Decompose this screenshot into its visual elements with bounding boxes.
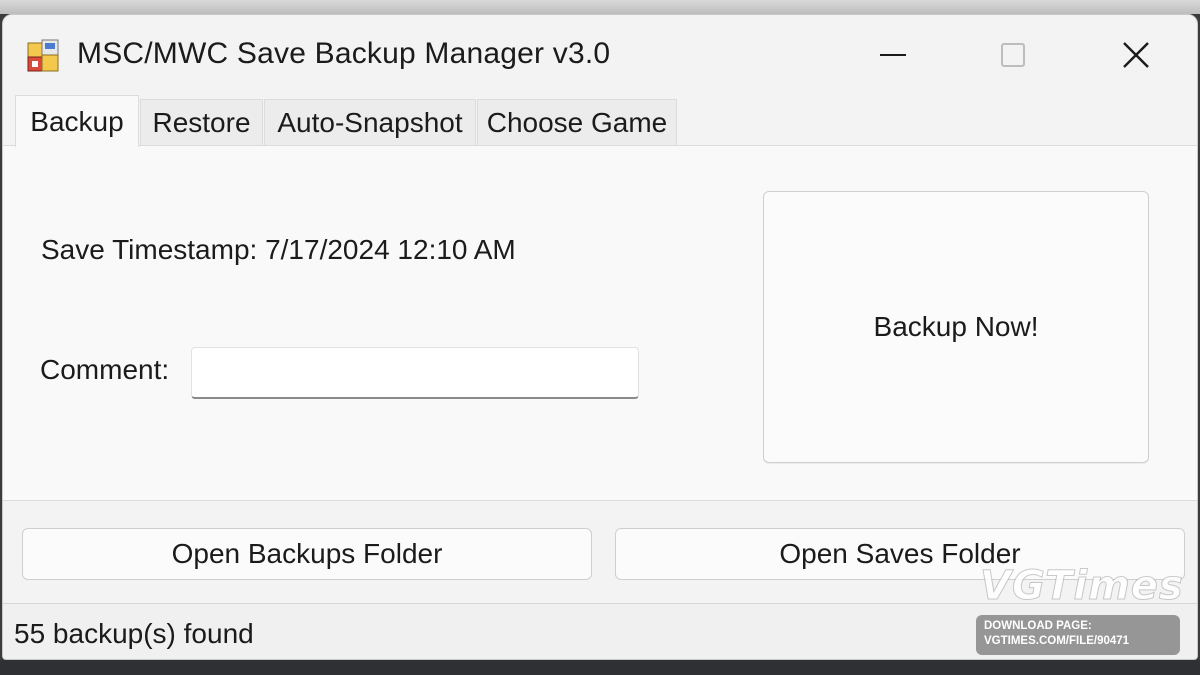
- window-title: MSC/MWC Save Backup Manager v3.0: [77, 37, 611, 70]
- maximize-button[interactable]: [978, 33, 1048, 77]
- close-button[interactable]: [1101, 33, 1171, 77]
- backup-tab-panel: Save Timestamp: 7/17/2024 12:10 AM Comme…: [3, 145, 1197, 501]
- maximize-icon: [1001, 43, 1025, 67]
- open-backups-folder-button[interactable]: Open Backups Folder: [22, 528, 592, 580]
- tab-restore[interactable]: Restore: [140, 99, 263, 145]
- comment-input[interactable]: [191, 347, 639, 399]
- watermark-logo: VGTimes: [980, 563, 1184, 610]
- backup-count-status: 55 backup(s) found: [14, 618, 254, 649]
- desktop-backdrop-bottom: [0, 660, 1200, 675]
- tab-auto-snapshot[interactable]: Auto-Snapshot: [264, 99, 476, 145]
- save-timestamp-label: Save Timestamp: 7/17/2024 12:10 AM: [41, 234, 516, 265]
- minimize-icon: [880, 54, 906, 56]
- watermark-download-box: DOWNLOAD PAGE: VGTIMES.COM/FILE/90471: [976, 615, 1180, 655]
- tab-backup[interactable]: Backup: [15, 95, 139, 147]
- close-icon: [1123, 42, 1149, 68]
- backup-now-button[interactable]: Backup Now!: [763, 191, 1149, 463]
- watermark-line-1: DOWNLOAD PAGE:: [984, 620, 1092, 632]
- tab-choose-game[interactable]: Choose Game: [477, 99, 677, 145]
- minimize-button[interactable]: [858, 33, 928, 77]
- watermark-line-2: VGTIMES.COM/FILE/90471: [984, 635, 1130, 647]
- tab-strip: Backup Restore Auto-Snapshot Choose Game: [3, 95, 1197, 147]
- title-bar[interactable]: MSC/MWC Save Backup Manager v3.0: [3, 15, 1197, 95]
- desktop-backdrop-top: [0, 0, 1200, 14]
- comment-label: Comment:: [40, 354, 170, 385]
- app-save-icon: [27, 39, 61, 73]
